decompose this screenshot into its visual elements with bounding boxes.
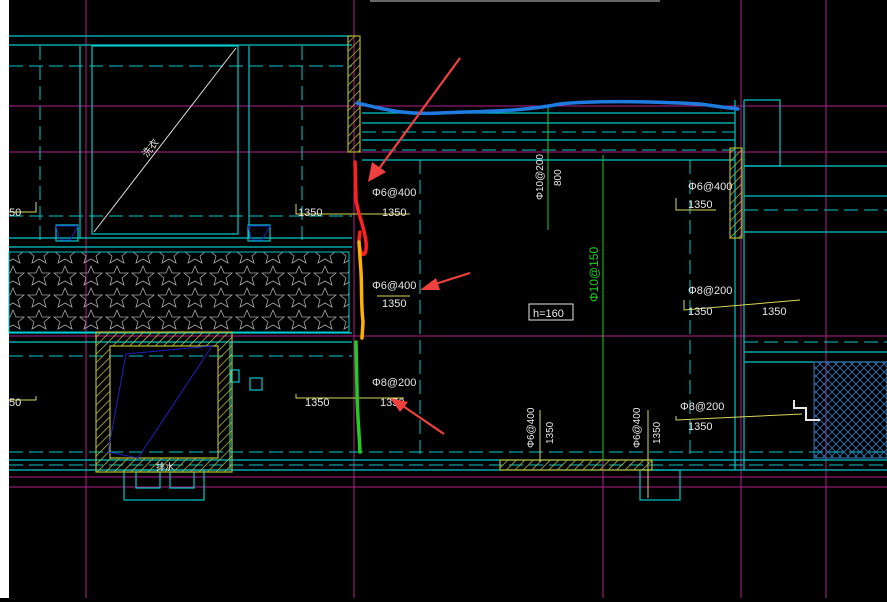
- rebar-label: Φ6@400: [372, 280, 416, 292]
- span-label: 1350: [688, 199, 712, 211]
- rebar-label: Φ8@200: [372, 377, 416, 389]
- orange-markup-line: [357, 240, 365, 340]
- span-label-vertical: 800: [553, 169, 564, 186]
- rebar-label: Φ6@400: [688, 181, 732, 193]
- floor-plan-svg: Φ6@400 1350 1350 Φ6@400 1350 Φ8@200 1350…: [0, 0, 887, 598]
- span-label: 1350: [305, 397, 329, 409]
- rebar-label: Φ8@200: [688, 285, 732, 297]
- red-markup-line: [353, 160, 368, 257]
- cad-drawing-canvas[interactable]: Φ6@400 1350 1350 Φ6@400 1350 Φ8@200 1350…: [0, 0, 887, 598]
- rebar-label-vertical: Φ6@400: [526, 407, 537, 448]
- span-label: 1350: [382, 207, 406, 219]
- green-markup-line: [354, 340, 362, 454]
- span-label: 1350: [298, 207, 322, 219]
- left-cut-label: 50: [9, 397, 21, 409]
- rebar-label-vertical-green: Φ10@150: [587, 247, 601, 302]
- crosshatch-region: [813, 361, 887, 459]
- rebar-label-vertical: Φ10@200: [535, 154, 546, 200]
- fixture-outline: [107, 345, 213, 459]
- star-hatch-band: [8, 251, 350, 333]
- room-label: 洗衣: [139, 136, 162, 160]
- rebar-label-vertical: Φ6@400: [632, 407, 643, 448]
- slab-thickness-label: h=160: [533, 308, 564, 320]
- left-edge-strip: [0, 0, 9, 598]
- arrow-middle: [420, 271, 471, 290]
- arrow-upper: [368, 57, 461, 182]
- arrow-lower: [390, 398, 445, 435]
- span-label-vertical: 1350: [652, 421, 663, 444]
- span-label-vertical: 1350: [545, 421, 556, 444]
- span-label: 1350: [382, 298, 406, 310]
- left-cut-label: 50: [9, 207, 21, 219]
- shaft-diagonal: [93, 47, 237, 233]
- rebar-label: Φ6@400: [372, 187, 416, 199]
- small-label: 排水: [156, 461, 174, 472]
- span-label: 1350: [762, 306, 786, 318]
- span-label: 1350: [688, 421, 712, 433]
- rebar-label: Φ8@200: [680, 401, 724, 413]
- span-label: 1350: [688, 306, 712, 318]
- dimension-brackets: [9, 198, 803, 498]
